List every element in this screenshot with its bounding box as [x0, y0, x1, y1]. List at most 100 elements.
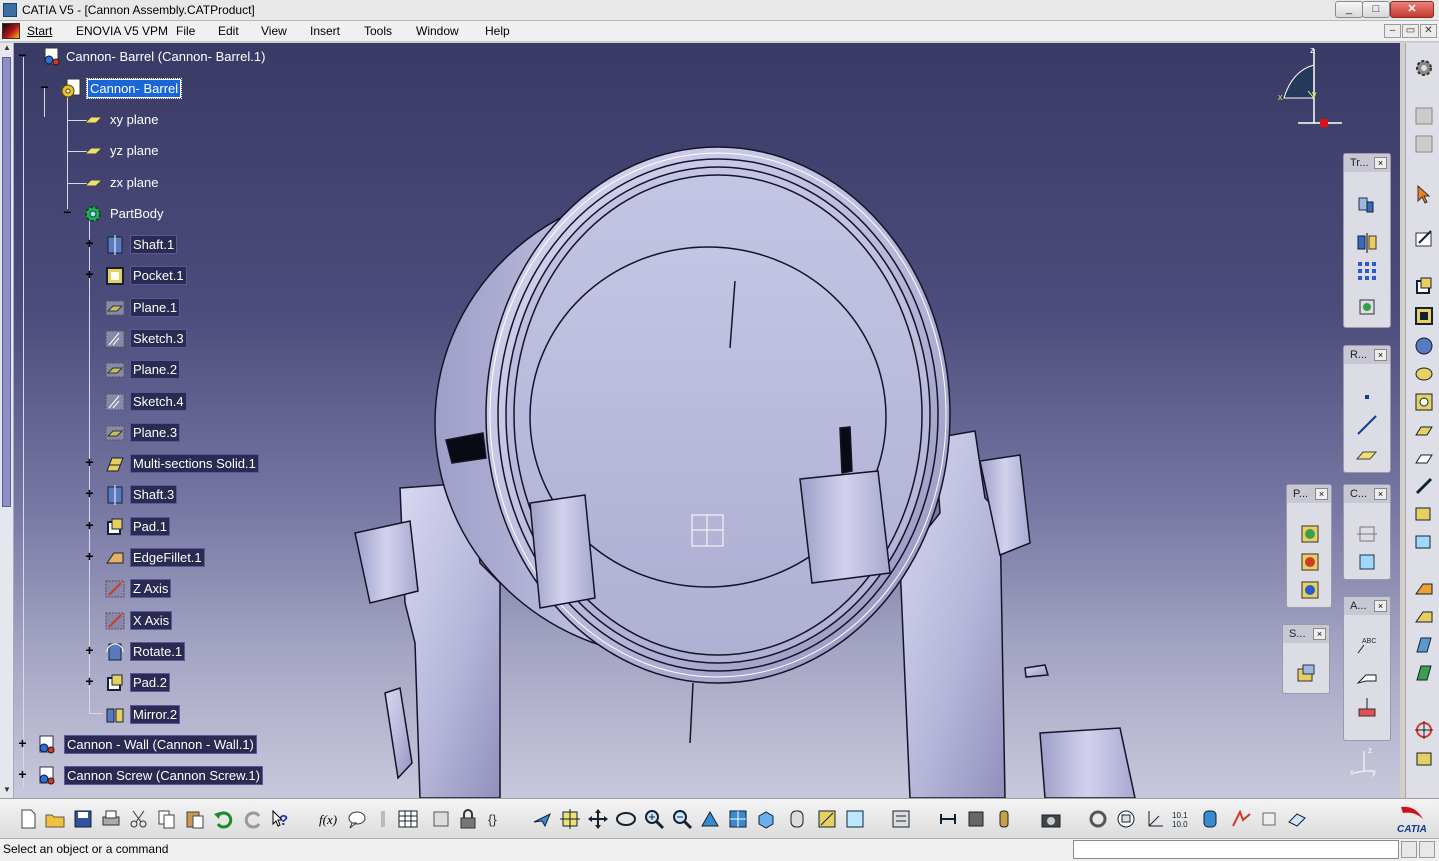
tree-label-partbody[interactable]: PartBody [108, 205, 165, 222]
collapse-icon[interactable]: − [17, 48, 28, 62]
hand-grab-icon[interactable] [1115, 808, 1137, 830]
translate-icon[interactable] [1354, 192, 1380, 218]
comment-icon[interactable] [346, 808, 368, 830]
menu-window[interactable]: Window [416, 24, 459, 38]
tree-label-xy-plane[interactable]: xy plane [108, 111, 160, 128]
shaft-icon[interactable] [1413, 335, 1435, 357]
tree-label-feature[interactable]: Plane.3 [130, 422, 181, 442]
flag-note-icon[interactable] [1354, 663, 1380, 689]
undo-icon[interactable] [212, 808, 234, 830]
fillet-icon[interactable] [1413, 578, 1435, 600]
tree-label-zx-plane[interactable]: zx plane [108, 174, 160, 191]
properties-icon[interactable] [890, 808, 912, 830]
expand-icon[interactable]: + [84, 674, 95, 688]
close-icon[interactable]: × [1374, 488, 1387, 500]
tree-label-screw[interactable]: Cannon Screw (Cannon Screw.1) [64, 766, 263, 785]
menu-tools[interactable]: Tools [364, 24, 392, 38]
left-pin[interactable] [384, 687, 413, 780]
tree-label-part[interactable]: Cannon- Barrel [85, 78, 183, 99]
apply-material-icon[interactable] [1413, 747, 1435, 769]
hole-icon[interactable] [1413, 391, 1435, 413]
expand-icon[interactable]: + [17, 767, 28, 781]
boolean-remove-icon[interactable] [1297, 577, 1323, 603]
menu-file[interactable]: File [176, 24, 195, 38]
toolbar-sketch[interactable]: S... × [1282, 624, 1330, 694]
menu-help[interactable]: Help [485, 24, 510, 38]
expand-icon[interactable]: + [84, 267, 95, 281]
layout-icon[interactable] [1413, 105, 1435, 127]
close-icon[interactable]: × [1374, 600, 1387, 612]
command-options-button[interactable] [1419, 841, 1435, 858]
menu-view[interactable]: View [261, 24, 287, 38]
plane-icon[interactable] [1354, 442, 1380, 468]
fly-mode-icon[interactable] [531, 808, 553, 830]
copy-icon[interactable] [156, 808, 178, 830]
catia-app-icon[interactable] [3, 3, 17, 17]
pad-icon[interactable] [1413, 275, 1435, 297]
capture-camera-icon[interactable] [1040, 808, 1062, 830]
point-icon[interactable] [1354, 384, 1380, 410]
multi-view-icon[interactable] [727, 808, 749, 830]
catalog-icon[interactable] [1286, 808, 1308, 830]
collapse-icon[interactable]: − [39, 80, 50, 94]
tree-label-feature[interactable]: Sketch.4 [130, 391, 187, 411]
base-part[interactable] [1039, 727, 1136, 798]
lock-icon[interactable] [457, 808, 479, 830]
loft-icon[interactable] [1413, 475, 1435, 497]
tree-icon[interactable] [1413, 133, 1435, 155]
constraint-icon[interactable] [1354, 521, 1380, 547]
expand-icon[interactable]: + [84, 236, 95, 250]
close-icon[interactable]: × [1315, 488, 1328, 500]
hide-show-icon[interactable] [816, 808, 838, 830]
coordinates-icon[interactable]: 10.110.0 [1171, 808, 1193, 830]
expand-icon[interactable]: + [84, 549, 95, 563]
start-logo-icon[interactable] [2, 23, 20, 39]
tree-label-feature[interactable]: Pad.2 [130, 673, 170, 693]
rib-icon[interactable] [1413, 419, 1435, 441]
rotate-view-icon[interactable] [615, 808, 637, 830]
left-trunnion[interactable] [354, 520, 419, 604]
menu-edit[interactable]: Edit [218, 24, 239, 38]
toolbar-transform[interactable]: Tr... × [1343, 153, 1391, 328]
redo-icon[interactable] [243, 808, 265, 830]
sketcher-icon[interactable] [1293, 661, 1319, 687]
mdi-restore-button[interactable]: ▭ [1402, 24, 1419, 38]
tree-label-feature[interactable]: Plane.2 [130, 360, 181, 380]
toolbar-reference[interactable]: R... × [1343, 345, 1391, 473]
measure-between-icon[interactable] [937, 808, 959, 830]
inner-lug-left[interactable] [529, 494, 596, 609]
print-icon[interactable] [100, 808, 122, 830]
close-button[interactable]: ✕ [1390, 1, 1434, 18]
tree-label-wall[interactable]: Cannon - Wall (Cannon - Wall.1) [64, 735, 257, 754]
close-icon[interactable]: × [1313, 628, 1326, 640]
expand-icon[interactable]: + [84, 643, 95, 657]
new-file-icon[interactable] [17, 808, 39, 830]
line-icon[interactable] [1354, 412, 1380, 438]
shading-icon[interactable] [786, 808, 808, 830]
tree-label-feature[interactable]: Mirror.2 [130, 704, 181, 724]
groove-icon[interactable] [1413, 363, 1435, 385]
measure-inertia-icon[interactable] [993, 808, 1015, 830]
tree-label-yz-plane[interactable]: yz plane [108, 142, 160, 159]
tree-label-feature[interactable]: EdgeFillet.1 [130, 548, 205, 567]
collapse-icon[interactable]: − [62, 205, 73, 219]
pan-icon[interactable] [587, 808, 609, 830]
multi-section-icon[interactable] [1413, 503, 1435, 525]
boolean-add-icon[interactable] [1297, 549, 1323, 575]
slot-icon[interactable] [1413, 447, 1435, 469]
table-icon[interactable] [397, 808, 419, 830]
zoom-out-icon[interactable] [671, 808, 693, 830]
open-folder-icon[interactable] [44, 808, 66, 830]
mirror-icon[interactable] [1354, 230, 1380, 256]
axis-system-icon[interactable] [1143, 808, 1165, 830]
menu-insert[interactable]: Insert [310, 24, 340, 38]
tree-label-feature[interactable]: Plane.1 [130, 297, 181, 317]
3d-annotation-icon[interactable] [1354, 695, 1380, 721]
inner-lug-right[interactable] [799, 470, 891, 584]
mdi-close-button[interactable]: ✕ [1420, 24, 1437, 38]
settings-gear-icon[interactable] [1413, 57, 1435, 79]
compass-widget[interactable]: z x y [1270, 43, 1370, 133]
scaling-icon[interactable] [1354, 294, 1380, 320]
formula-icon[interactable]: f(x) [318, 808, 340, 830]
close-icon[interactable]: × [1374, 157, 1387, 169]
